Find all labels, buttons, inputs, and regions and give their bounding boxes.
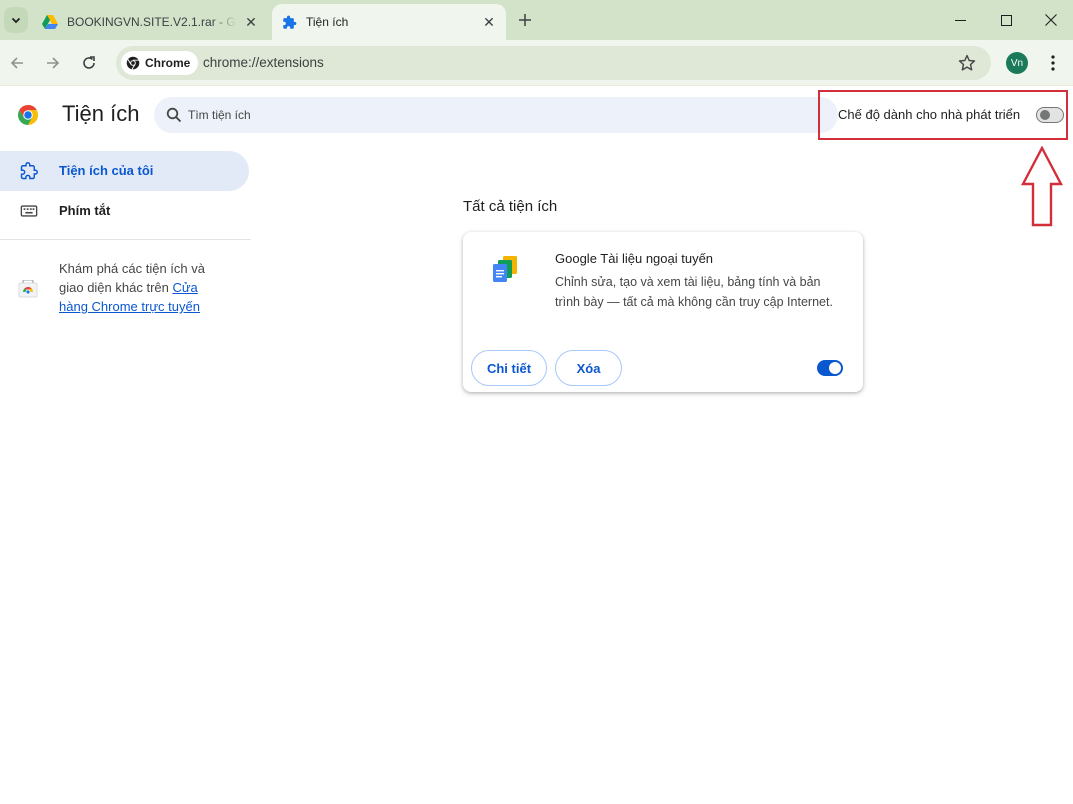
tab-strip: BOOKINGVN.SITE.V2.1.rar - Google Drive ✕… bbox=[0, 0, 1073, 40]
annotation-highlight-box bbox=[818, 90, 1068, 140]
sidebar-divider bbox=[0, 239, 251, 240]
chip-label: Chrome bbox=[145, 56, 191, 70]
extension-puzzle-icon bbox=[20, 162, 38, 180]
google-drive-icon bbox=[42, 14, 58, 30]
chrome-logo-icon bbox=[18, 105, 38, 125]
chrome-icon bbox=[126, 56, 140, 70]
chevron-down-icon bbox=[11, 17, 21, 24]
address-bar[interactable]: Chrome chrome://extensions bbox=[116, 46, 991, 80]
browser-toolbar: Chrome chrome://extensions Vn bbox=[0, 40, 1073, 86]
remove-button[interactable]: Xóa bbox=[555, 350, 622, 386]
sidebar-item-shortcuts[interactable]: Phím tắt bbox=[0, 191, 249, 231]
extension-card: Google Tài liệu ngoại tuyến Chỉnh sửa, t… bbox=[463, 232, 863, 392]
close-icon bbox=[1045, 14, 1057, 26]
puzzle-icon bbox=[281, 14, 297, 30]
tab-title: BOOKINGVN.SITE.V2.1.rar - Google Drive bbox=[67, 15, 237, 29]
profile-avatar[interactable]: Vn bbox=[1006, 52, 1028, 74]
google-docs-offline-icon bbox=[493, 256, 517, 282]
new-tab-button[interactable] bbox=[514, 9, 536, 31]
tab-title: Tiện ích bbox=[306, 15, 349, 29]
keyboard-icon bbox=[20, 205, 38, 217]
minimize-icon bbox=[954, 19, 966, 21]
back-button[interactable] bbox=[4, 50, 30, 76]
close-tab-icon[interactable]: ✕ bbox=[480, 13, 498, 31]
minimize-button[interactable] bbox=[938, 6, 982, 34]
browser-menu-button[interactable] bbox=[1044, 52, 1062, 74]
search-icon bbox=[166, 107, 182, 123]
reload-icon bbox=[83, 56, 95, 69]
details-button[interactable]: Chi tiết bbox=[471, 350, 547, 386]
web-store-icon bbox=[18, 280, 38, 298]
section-title: Tất cả tiện ích bbox=[463, 198, 558, 215]
plus-icon bbox=[519, 14, 531, 26]
url-text: chrome://extensions bbox=[203, 55, 324, 70]
star-bookmark-icon[interactable] bbox=[957, 53, 977, 73]
close-tab-icon[interactable]: ✕ bbox=[242, 13, 260, 31]
sidebar-item-label: Phím tắt bbox=[59, 203, 111, 218]
maximize-button[interactable] bbox=[984, 6, 1028, 34]
tab-extensions[interactable]: Tiện ích ✕ bbox=[272, 4, 506, 40]
maximize-icon bbox=[1000, 14, 1012, 26]
sidebar-item-my-extensions[interactable]: Tiện ích của tôi bbox=[0, 151, 249, 191]
site-info-chip[interactable]: Chrome bbox=[121, 51, 199, 75]
extension-enable-toggle[interactable] bbox=[817, 360, 843, 376]
extension-name: Google Tài liệu ngoại tuyến bbox=[555, 251, 714, 266]
tab-google-drive[interactable]: BOOKINGVN.SITE.V2.1.rar - Google Drive ✕ bbox=[34, 4, 268, 40]
tab-search-button[interactable] bbox=[4, 7, 28, 33]
search-input[interactable] bbox=[188, 97, 788, 133]
forward-button[interactable] bbox=[40, 50, 66, 76]
arrow-left-icon bbox=[10, 57, 23, 69]
toggle-knob bbox=[829, 362, 841, 374]
extension-search[interactable] bbox=[154, 97, 838, 133]
web-store-promo: Khám phá các tiện ích và giao diện khác … bbox=[59, 259, 229, 316]
more-vert-icon bbox=[1051, 55, 1055, 71]
extension-description: Chỉnh sửa, tạo và xem tài liệu, bảng tín… bbox=[555, 275, 833, 309]
arrow-right-icon bbox=[47, 57, 60, 69]
reload-button[interactable] bbox=[76, 50, 102, 76]
close-window-button[interactable] bbox=[1029, 6, 1073, 34]
annotation-arrow-up-icon bbox=[1021, 146, 1063, 227]
page-title: Tiện ích bbox=[62, 101, 140, 126]
sidebar-item-label: Tiện ích của tôi bbox=[59, 163, 154, 178]
